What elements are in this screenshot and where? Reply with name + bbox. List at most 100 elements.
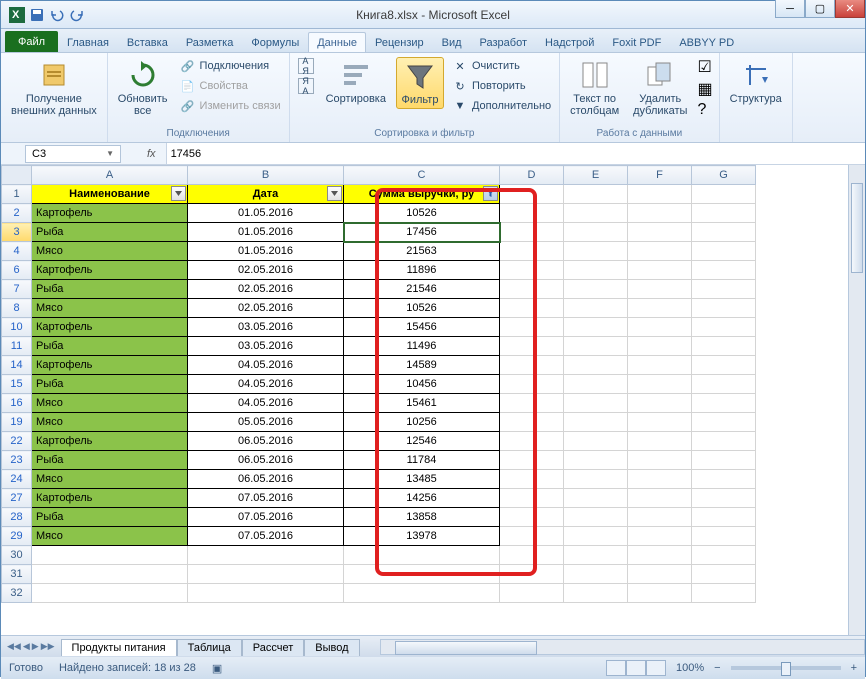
cell-revenue[interactable]: 14589 xyxy=(344,356,500,375)
cell[interactable] xyxy=(628,413,692,432)
cell[interactable] xyxy=(500,394,564,413)
cell[interactable] xyxy=(500,470,564,489)
qat-redo[interactable] xyxy=(69,7,85,23)
sheet-tab-output[interactable]: Вывод xyxy=(304,639,359,656)
cell-name[interactable]: Рыба xyxy=(32,375,188,394)
cell[interactable] xyxy=(500,318,564,337)
cell[interactable] xyxy=(500,508,564,527)
cell-revenue[interactable]: 10456 xyxy=(344,375,500,394)
cell-name[interactable]: Мясо xyxy=(32,413,188,432)
cell[interactable] xyxy=(692,318,756,337)
row-header[interactable]: 10 xyxy=(2,318,32,337)
cell-date[interactable]: 06.05.2016 xyxy=(188,470,344,489)
cell-date[interactable]: 01.05.2016 xyxy=(188,204,344,223)
tab-developer[interactable]: Разработ xyxy=(471,32,536,52)
row-header[interactable]: 29 xyxy=(2,527,32,546)
consolidate-icon[interactable]: ▦ xyxy=(697,79,712,99)
cell[interactable] xyxy=(564,413,628,432)
zoom-slider[interactable] xyxy=(731,666,841,670)
macro-record-icon[interactable]: ▣ xyxy=(212,662,222,675)
cell-revenue[interactable]: 13978 xyxy=(344,527,500,546)
cell[interactable] xyxy=(692,470,756,489)
remove-duplicates-button[interactable]: Удалить дубликаты xyxy=(629,57,691,119)
cell[interactable] xyxy=(628,223,692,242)
cell-name[interactable]: Мясо xyxy=(32,394,188,413)
cell[interactable] xyxy=(692,432,756,451)
cell-revenue[interactable]: 11496 xyxy=(344,337,500,356)
cell-name[interactable]: Картофель xyxy=(32,356,188,375)
cell-revenue[interactable]: 14256 xyxy=(344,489,500,508)
row-header[interactable]: 8 xyxy=(2,299,32,318)
cell[interactable] xyxy=(628,489,692,508)
cell[interactable] xyxy=(500,432,564,451)
cell-revenue[interactable]: 15456 xyxy=(344,318,500,337)
row-header[interactable]: 6 xyxy=(2,261,32,280)
outline-button[interactable]: Структура xyxy=(726,57,786,107)
reapply-button[interactable]: ↻Повторить xyxy=(450,77,553,95)
cell[interactable] xyxy=(500,261,564,280)
cell-revenue[interactable]: 11896 xyxy=(344,261,500,280)
data-validation-icon[interactable]: ☑ xyxy=(697,57,712,77)
row-header[interactable]: 2 xyxy=(2,204,32,223)
row-header[interactable]: 28 xyxy=(2,508,32,527)
cell[interactable] xyxy=(628,451,692,470)
cell[interactable] xyxy=(500,489,564,508)
tab-view[interactable]: Вид xyxy=(433,32,471,52)
col-header-A[interactable]: A xyxy=(32,166,188,185)
cell-revenue[interactable]: 12546 xyxy=(344,432,500,451)
view-layout-button[interactable] xyxy=(626,660,646,676)
advanced-button[interactable]: ▼Дополнительно xyxy=(450,97,553,115)
text-to-columns-button[interactable]: Текст по столбцам xyxy=(566,57,623,119)
cell-name[interactable]: Картофель xyxy=(32,204,188,223)
filter-button[interactable]: Фильтр xyxy=(396,57,444,109)
sort-az-button[interactable]: АЯ xyxy=(296,57,316,75)
cell[interactable] xyxy=(564,299,628,318)
sort-button[interactable]: Сортировка xyxy=(322,57,390,107)
tab-layout[interactable]: Разметка xyxy=(177,32,243,52)
cell-revenue[interactable]: 21546 xyxy=(344,280,500,299)
cell-date[interactable]: 04.05.2016 xyxy=(188,356,344,375)
fx-icon[interactable]: fx xyxy=(121,148,166,160)
cell-name[interactable]: Картофель xyxy=(32,261,188,280)
cell[interactable] xyxy=(628,394,692,413)
cell[interactable] xyxy=(692,223,756,242)
cell[interactable] xyxy=(564,508,628,527)
cell-date[interactable]: 02.05.2016 xyxy=(188,280,344,299)
tab-foxit[interactable]: Foxit PDF xyxy=(603,32,670,52)
cell[interactable] xyxy=(564,337,628,356)
cell[interactable] xyxy=(692,299,756,318)
cell[interactable] xyxy=(500,299,564,318)
cell-date[interactable]: 04.05.2016 xyxy=(188,394,344,413)
cell-date[interactable]: 07.05.2016 xyxy=(188,508,344,527)
cell-name[interactable]: Мясо xyxy=(32,299,188,318)
zoom-in-button[interactable]: + xyxy=(851,662,857,674)
cell-date[interactable]: 01.05.2016 xyxy=(188,242,344,261)
cell[interactable] xyxy=(564,223,628,242)
row-header[interactable]: 30 xyxy=(2,546,32,565)
horizontal-scrollbar[interactable] xyxy=(380,639,865,655)
cell-date[interactable]: 07.05.2016 xyxy=(188,527,344,546)
cell[interactable] xyxy=(564,527,628,546)
cell[interactable] xyxy=(564,280,628,299)
cell[interactable] xyxy=(628,299,692,318)
cell-revenue[interactable]: 10526 xyxy=(344,299,500,318)
namebox-dropdown-icon[interactable]: ▼ xyxy=(106,149,114,158)
table-header-date[interactable]: Дата xyxy=(188,185,344,204)
row-header[interactable]: 23 xyxy=(2,451,32,470)
cell[interactable] xyxy=(564,242,628,261)
cell-revenue[interactable]: 11784 xyxy=(344,451,500,470)
worksheet-grid[interactable]: A B C D E F G 1 Наименование Дата Сумма … xyxy=(1,165,756,603)
cell[interactable] xyxy=(564,451,628,470)
cell[interactable] xyxy=(628,204,692,223)
cell[interactable] xyxy=(628,261,692,280)
cell[interactable] xyxy=(500,204,564,223)
cell[interactable] xyxy=(692,394,756,413)
cell[interactable] xyxy=(500,185,564,204)
row-header[interactable]: 3 xyxy=(2,223,32,242)
row-header[interactable]: 19 xyxy=(2,413,32,432)
cell-name[interactable]: Рыба xyxy=(32,508,188,527)
cell-revenue[interactable]: 13858 xyxy=(344,508,500,527)
cell-name[interactable]: Рыба xyxy=(32,451,188,470)
tab-addins[interactable]: Надстрой xyxy=(536,32,603,52)
row-header[interactable]: 7 xyxy=(2,280,32,299)
